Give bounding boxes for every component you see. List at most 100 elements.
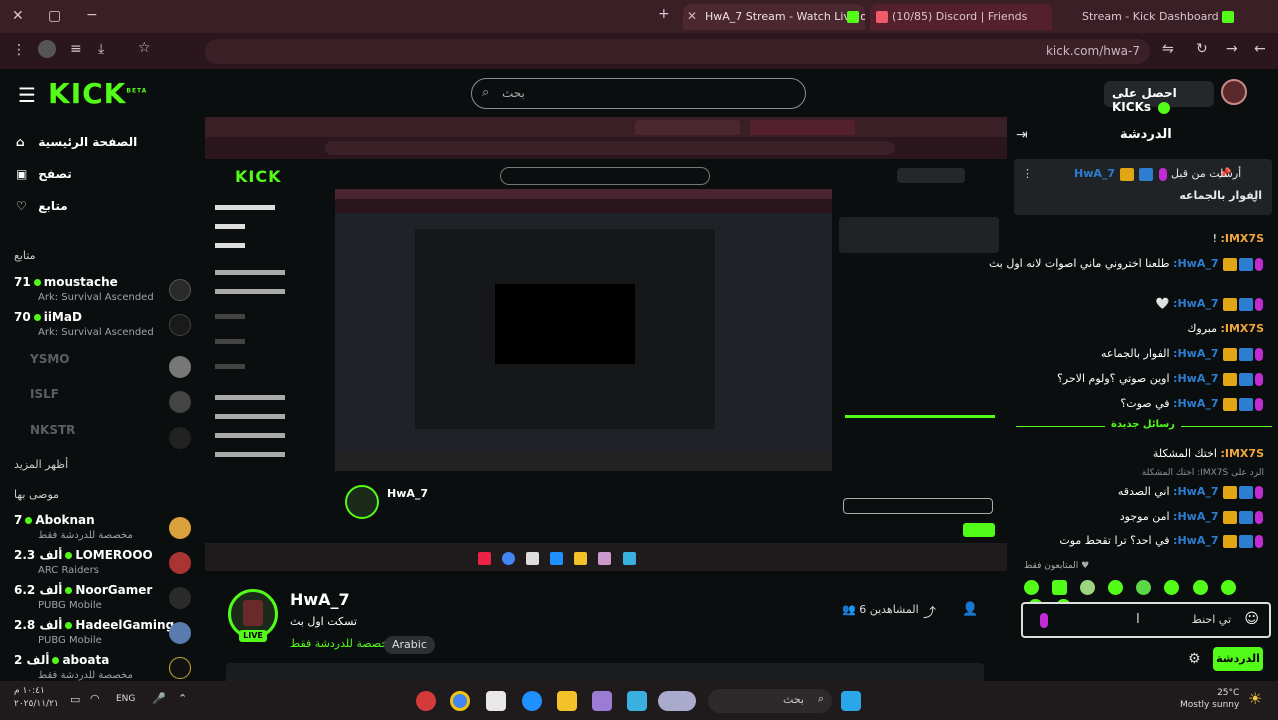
profile-avatar[interactable] [38, 40, 56, 58]
nav-home[interactable]: ⌂ الصفحة الرئيسية [16, 135, 137, 149]
tab-kick-stream[interactable]: ✕ HwA_7 Stream - Watch Live on [683, 4, 865, 30]
chat-username[interactable]: HwA_7: [1173, 347, 1218, 360]
show-more-link[interactable]: أظهر المزيد [14, 458, 68, 471]
channel-avatar [169, 314, 191, 336]
user-avatar[interactable] [1221, 79, 1247, 105]
sidebar-channel-ysmo[interactable]: YSMO [14, 352, 194, 388]
emote-icon[interactable] [1024, 580, 1039, 595]
nested-tab-bar [205, 117, 1007, 137]
emote-icon[interactable] [1164, 580, 1180, 595]
windows-start-icon[interactable] [841, 691, 861, 711]
address-bar[interactable]: kick.com/hwa-7 [205, 39, 1150, 64]
follow-user-icon[interactable]: 👤 [962, 602, 978, 617]
get-kicks-button[interactable]: احصل على KICKs [1104, 81, 1214, 114]
back-icon[interactable]: ← [1254, 41, 1266, 57]
sidebar-channel-noorgamer[interactable]: 6.2 ألف NoorGamer PUBG Mobile [14, 583, 194, 619]
close-window-icon[interactable]: ✕ [12, 8, 24, 24]
stream-category-link[interactable]: مخصصة للدردشة فقط [290, 637, 394, 650]
channel-avatar [169, 622, 191, 644]
store-icon[interactable] [486, 691, 506, 711]
sidebar-channel-nkstr[interactable]: NKSTR [14, 423, 194, 459]
emote-icon[interactable] [1080, 580, 1096, 595]
menu-dots-icon[interactable]: ⋮ [12, 42, 26, 58]
chrome-icon[interactable] [450, 691, 470, 711]
emote-icon[interactable] [1108, 580, 1124, 595]
clock[interactable]: ١٠:٤١ م ٢٠٢٥/١١/٢١ [14, 685, 59, 711]
forward-icon[interactable]: → [1226, 41, 1238, 57]
nav-following[interactable]: ♡ متابع [16, 199, 68, 213]
playlist-icon[interactable]: ≡ [70, 41, 82, 57]
pinned-message: ⋮ 📌 ⌄ أرسلت من قبل HwA_7 الفوار بالجماعه [1014, 159, 1272, 215]
collapse-chat-icon[interactable]: ⇥ [1016, 127, 1028, 143]
wifi-icon[interactable]: ◠ [90, 692, 100, 705]
download-icon[interactable]: ⤓ [98, 41, 104, 57]
sidebar-channel-hadeelgaming[interactable]: 2.8 ألف HadeelGaming PUBG Mobile [14, 618, 194, 654]
video-player[interactable]: KICK HwA_7 [205, 117, 1007, 571]
tab-discord[interactable]: (10/85) Discord | Friends [870, 4, 1052, 30]
chat-input[interactable]: I تي احنط ☺ [1021, 602, 1271, 638]
sidebar-channel-iimad[interactable]: 70 iiMaD Ark: Survival Ascended [14, 310, 194, 346]
tab-label: HwA_7 Stream - Watch Live on [705, 10, 865, 23]
restore-window-icon[interactable]: ▢ [48, 8, 61, 24]
site-settings-icon[interactable]: ⇋ [1162, 41, 1174, 57]
file-explorer-icon[interactable] [557, 691, 577, 711]
channel-name: LOMEROOO [75, 548, 153, 562]
microphone-icon[interactable]: 🎤 [152, 692, 166, 705]
new-tab-icon[interactable]: + [658, 6, 670, 22]
chat-username[interactable]: HwA_7: [1173, 257, 1218, 270]
input-language[interactable]: ENG [116, 694, 135, 704]
mic-badge-icon [1255, 372, 1263, 386]
viewers-icon: 👥 [842, 603, 856, 616]
close-tab-icon[interactable]: ✕ [687, 9, 697, 23]
nav-browse[interactable]: ▣ تصفح [16, 167, 72, 181]
widget-icon[interactable] [658, 691, 696, 711]
mic-badge-icon [1040, 613, 1048, 628]
channel-game: ARC Raiders [38, 565, 99, 576]
taskbar-search[interactable]: بحث ⌕ [708, 689, 832, 713]
sidebar-channel-moustache[interactable]: 71 moustache Ark: Survival Ascended [14, 275, 194, 311]
chat-username[interactable]: HwA_7: [1173, 534, 1218, 547]
share-icon[interactable]: ⤴ [923, 602, 936, 621]
emote-icon[interactable] [1052, 580, 1068, 595]
crown-badge-icon [1223, 397, 1237, 411]
chat-username[interactable]: HwA_7: [1173, 485, 1218, 498]
pinned-username[interactable]: HwA_7 [1074, 167, 1115, 180]
chat-username[interactable]: HwA_7: [1173, 510, 1218, 523]
send-chat-button[interactable]: الدردشة [1213, 647, 1263, 671]
copilot-icon[interactable] [592, 691, 612, 711]
chat-username[interactable]: HwA_7: [1173, 297, 1218, 310]
chevron-up-icon[interactable]: ⌃ [178, 692, 187, 705]
chat-username[interactable]: HwA_7: [1173, 397, 1218, 410]
chat-username[interactable]: HwA_7: [1173, 372, 1218, 385]
emote-icon[interactable] [1192, 580, 1208, 595]
weather-widget[interactable]: 25°C Mostly sunny [1180, 687, 1239, 711]
search-input[interactable]: ⌕ بحث [471, 78, 806, 109]
settings-gear-icon[interactable]: ⚙ [1188, 651, 1201, 667]
battery-icon[interactable]: ▭ [70, 693, 80, 706]
bookmark-star-icon[interactable]: ☆ [138, 40, 151, 56]
minimize-window-icon[interactable]: − [86, 7, 98, 23]
mod-badge-icon [1239, 485, 1253, 499]
sidebar-channel-aboknan[interactable]: 7 Aboknan مخصصة للدردشة فقط [14, 513, 194, 549]
emote-icon[interactable] [1220, 580, 1236, 595]
tab-kick-dashboard[interactable]: Stream - Kick Dashboard [1060, 4, 1240, 30]
mod-badge-icon [1239, 397, 1253, 411]
chat-username[interactable]: IMX7S: [1220, 232, 1264, 245]
record-app-icon[interactable] [416, 691, 436, 711]
new-messages-divider: رسائل جديدة [1105, 419, 1181, 430]
stream-channel-name[interactable]: HwA_7 [290, 590, 350, 609]
emote-icon[interactable] [1136, 580, 1152, 595]
sidebar-channel-lomerooo[interactable]: 2.3 ألف LOMEROOO ARC Raiders [14, 548, 194, 584]
hamburger-menu-icon[interactable]: ☰ [18, 83, 36, 107]
snipping-tool-icon[interactable] [627, 691, 647, 711]
more-options-icon[interactable]: ⋮ [1022, 167, 1033, 180]
reload-icon[interactable]: ↻ [1196, 41, 1208, 57]
kick-logo[interactable]: KICKBETA [48, 77, 147, 110]
emoji-picker-icon[interactable]: ☺ [1244, 611, 1259, 627]
chat-username[interactable]: IMX7S: [1220, 322, 1264, 335]
edge-icon[interactable] [522, 691, 542, 711]
chat-text: مبروك [1187, 322, 1217, 335]
chat-username[interactable]: IMX7S: [1220, 447, 1264, 460]
sidebar-channel-islf[interactable]: ISLF [14, 387, 194, 423]
stream-tag-arabic[interactable]: Arabic [384, 636, 435, 654]
